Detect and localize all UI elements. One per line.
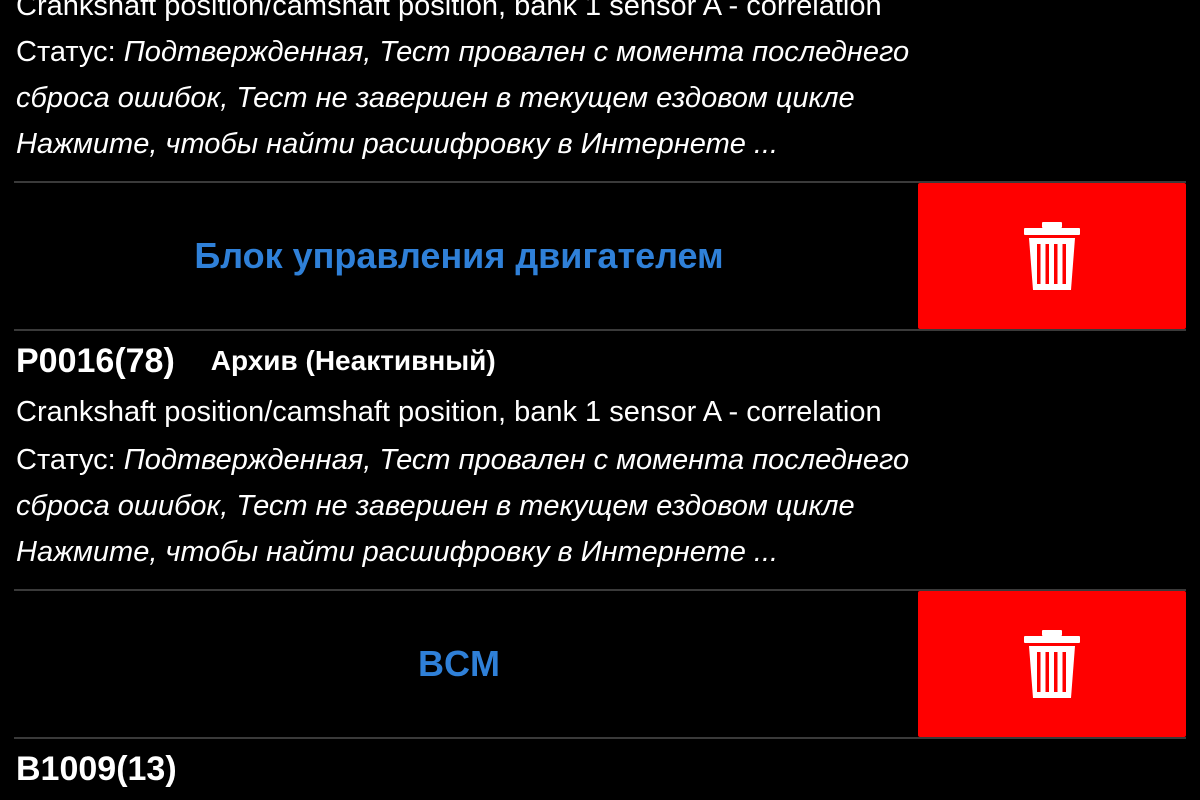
- delete-button[interactable]: [918, 183, 1186, 329]
- dtc-description: Crankshaft position/camshaft position, b…: [16, 0, 882, 22]
- ecu-header-bcm[interactable]: BCM: [0, 591, 918, 737]
- dtc-status-continuation: сброса ошибок, Тест не завершен в текуще…: [16, 490, 855, 522]
- dtc-description: Crankshaft position/camshaft position, b…: [16, 396, 882, 428]
- dtc-code: B1009(13): [16, 749, 177, 788]
- dtc-status-line: Статус: Подтвержденная, Тест провален с …: [16, 440, 909, 480]
- dtc-archive-badge: Архив (Неактивный): [210, 345, 496, 376]
- trash-icon: [1024, 222, 1080, 290]
- delete-button[interactable]: [918, 591, 1186, 737]
- dtc-code-row[interactable]: B1009(13): [16, 744, 177, 794]
- status-prefix: Статус:: [16, 36, 124, 68]
- dtc-status-continuation: сброса ошибок, Тест не завершен в текуще…: [16, 82, 855, 114]
- dtc-code-row[interactable]: P0016(78) Архив (Неактивный): [16, 336, 496, 386]
- trash-icon: [1024, 630, 1080, 698]
- ecu-header-engine[interactable]: Блок управления двигателем: [0, 183, 918, 329]
- divider: [14, 737, 1186, 739]
- dtc-search-link[interactable]: Нажмите, чтобы найти расшифровку в Интер…: [16, 532, 778, 572]
- dtc-search-link[interactable]: Нажмите, чтобы найти расшифровку в Интер…: [16, 124, 778, 164]
- dtc-status-line: Статус: Подтвержденная, Тест провален с …: [16, 32, 909, 72]
- ecu-title: BCM: [418, 643, 500, 684]
- dtc-code: P0016(78): [16, 341, 175, 380]
- status-prefix: Статус:: [16, 444, 124, 476]
- divider: [14, 329, 1186, 331]
- status-value: Подтвержденная, Тест провален с момента …: [123, 444, 910, 476]
- status-value: Подтвержденная, Тест провален с момента …: [123, 36, 910, 68]
- ecu-title: Блок управления двигателем: [194, 235, 724, 276]
